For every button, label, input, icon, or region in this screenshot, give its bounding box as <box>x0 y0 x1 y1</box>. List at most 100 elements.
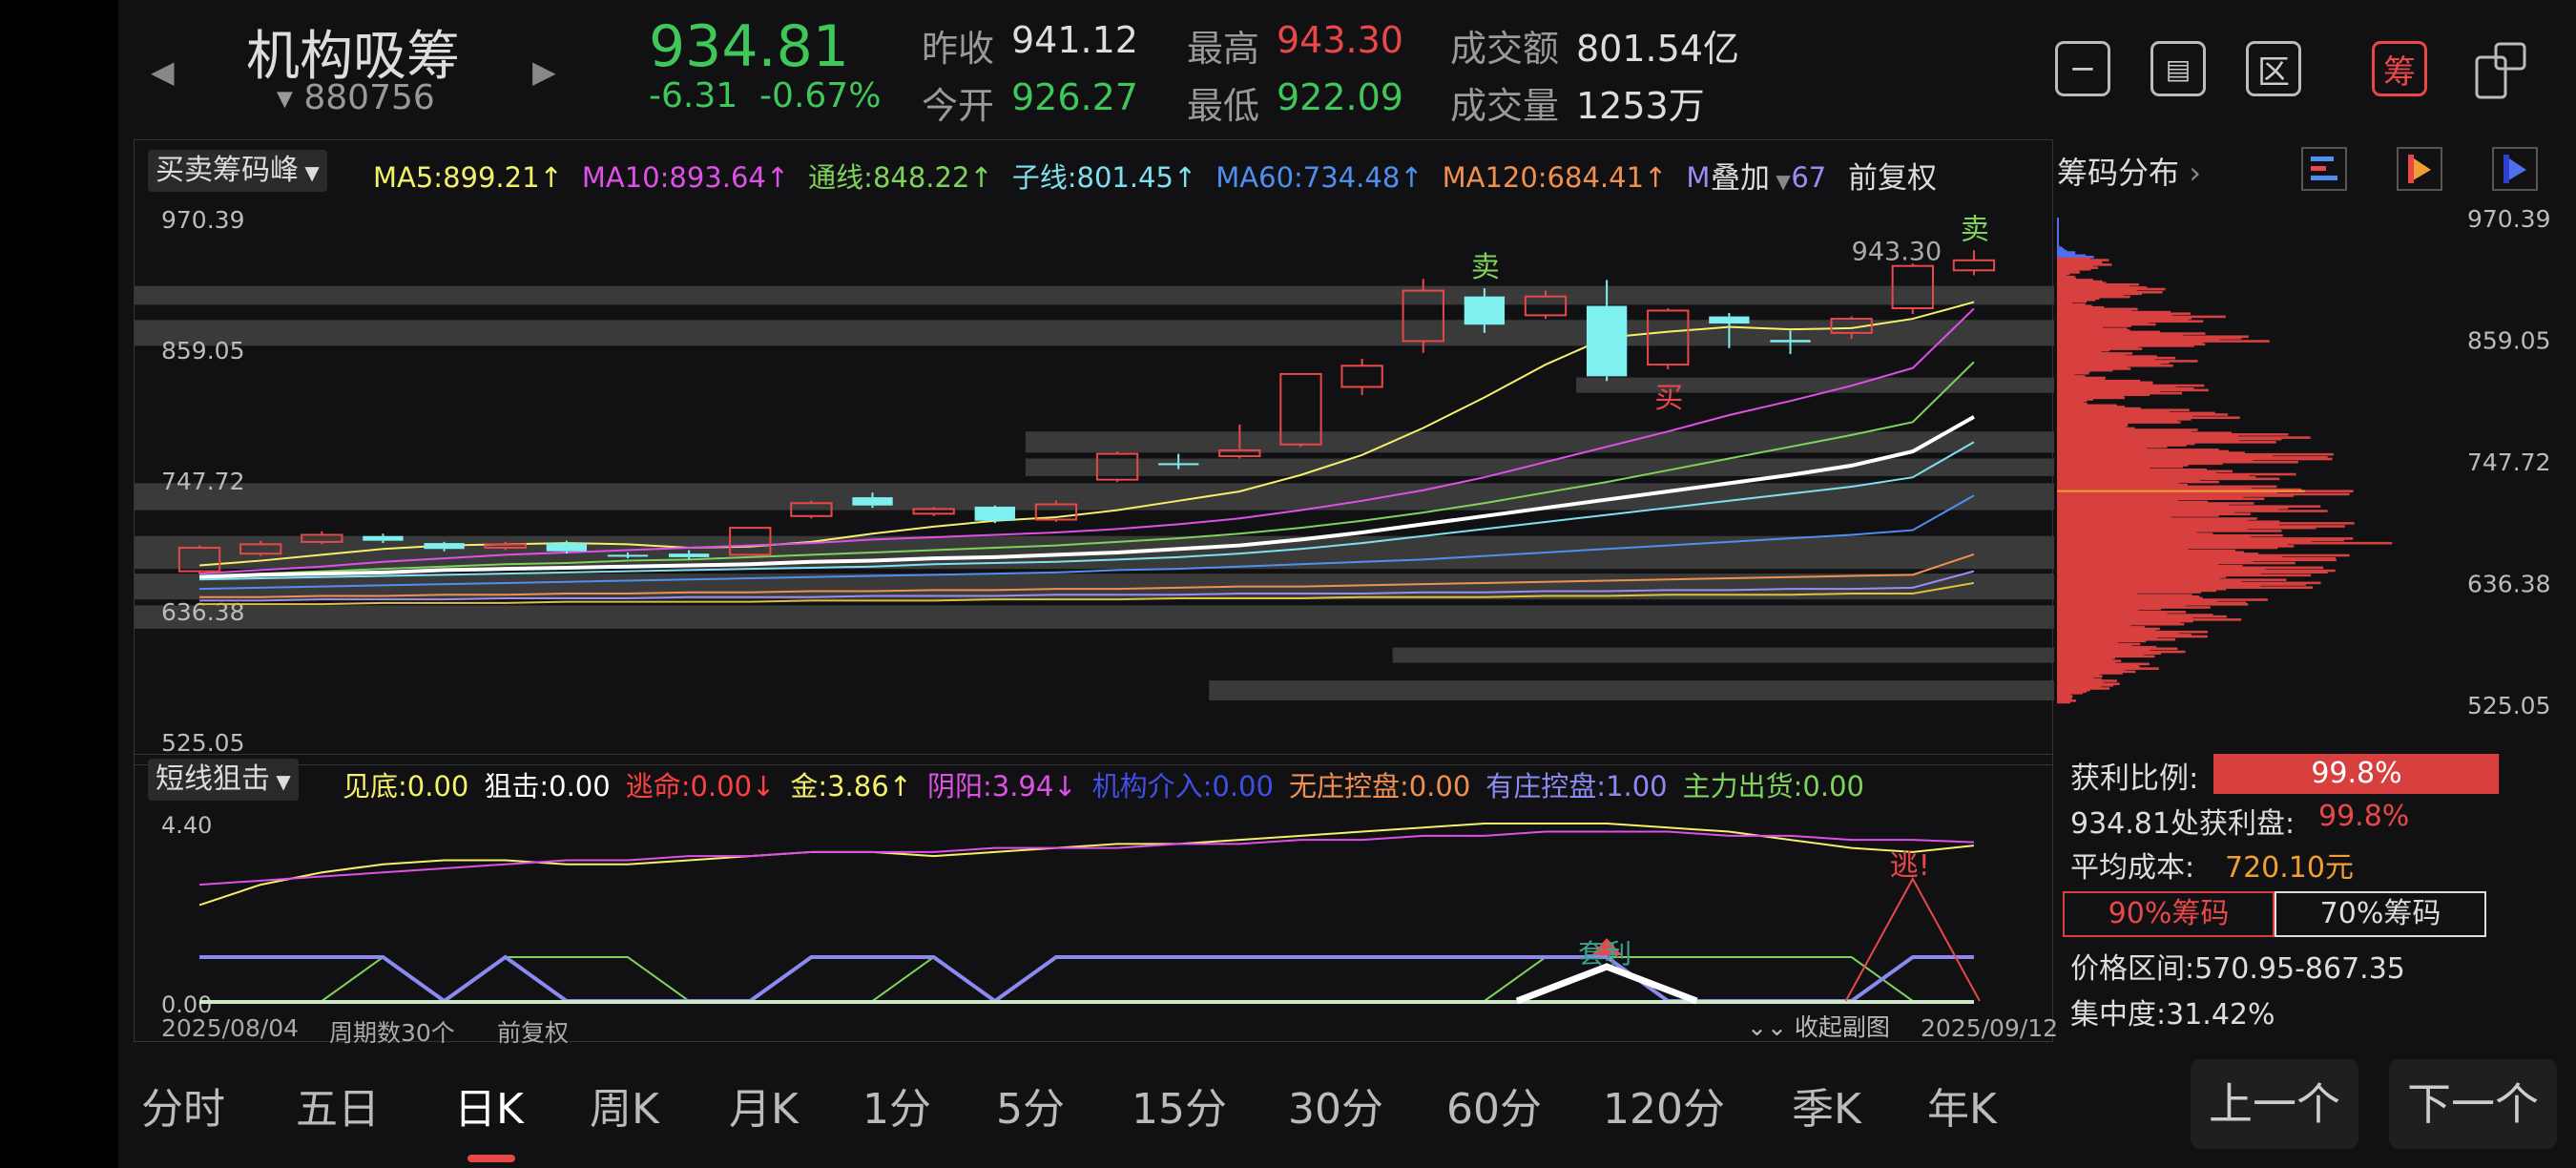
tab-5[interactable]: 1分 <box>862 1074 931 1136</box>
tab-2[interactable]: 日K <box>454 1074 524 1162</box>
tab-70-chips[interactable]: 70%筹码 <box>2275 891 2486 937</box>
ma-legend-item: MA120:684.41↑ <box>1442 161 1668 194</box>
candle-body <box>852 497 893 506</box>
candlestick-chart[interactable]: 970.39859.05747.72636.38525.05卖卖买943.30 <box>135 140 2054 766</box>
candle-body <box>1952 259 1996 272</box>
date-start: 2025/08/04 <box>161 1014 300 1042</box>
profit-at-price-label: 934.81处获利盘: <box>2070 807 2296 841</box>
low-value: 922.09 <box>1277 76 1403 118</box>
tab-0[interactable]: 分时 <box>141 1074 225 1136</box>
next-stock-button[interactable]: 下一个 <box>2389 1059 2557 1149</box>
minus-box-icon[interactable]: − <box>2055 41 2110 96</box>
ma-legend-item: MA5:899.21↑ <box>373 161 563 194</box>
chip-panel-title[interactable]: 筹码分布 › <box>2057 149 2201 193</box>
chip-band <box>135 285 2054 305</box>
tab-12[interactable]: 年K <box>1927 1074 1997 1136</box>
low-label: 最低 <box>1187 85 1260 127</box>
stock-app: ◀ 机构吸筹 ▼ 880756 ▶ 934.81 -6.31 -0.67% 昨收… <box>118 0 2576 1168</box>
buy-signal-label: 买 <box>1654 382 1683 415</box>
y-tick-label: 636.38 <box>161 598 244 626</box>
candle-body <box>1218 448 1261 458</box>
prev-stock-button[interactable]: 上一个 <box>2191 1059 2358 1149</box>
sub-legend-item: 逃命:0.00↓ <box>625 770 776 803</box>
open-label: 今开 <box>922 85 995 127</box>
chip-bar <box>2057 700 2070 704</box>
fire-chips-svg <box>2408 155 2431 183</box>
profit-at-price-value: 99.8% <box>2318 800 2410 833</box>
ma-legend-item: 通线:848.22↑ <box>808 161 993 194</box>
tab-7[interactable]: 15分 <box>1132 1074 1227 1136</box>
sub-y-tick-label: 4.40 <box>161 812 212 839</box>
dropdown-caret-icon: ▼ <box>299 161 320 184</box>
profit-ratio-value: 99.8% <box>2311 757 2402 790</box>
sub-legend-item: 狙击:0.00 <box>484 770 611 803</box>
tab-4[interactable]: 月K <box>729 1074 799 1136</box>
tab-6[interactable]: 5分 <box>996 1074 1065 1136</box>
profit-ratio-bar: 99.8% <box>2213 754 2500 794</box>
profit-ratio-label: 获利比例: <box>2070 761 2199 796</box>
concentration: 集中度:31.42% <box>2070 998 2275 1032</box>
blue-chips-icon[interactable] <box>2492 147 2538 191</box>
escape-signal-label: 逃! <box>1890 849 1930 883</box>
chips-icon[interactable]: 筹 <box>2372 41 2427 96</box>
candle-body <box>607 554 649 557</box>
tab-1[interactable]: 五日 <box>296 1074 380 1136</box>
tab-3[interactable]: 周K <box>590 1074 659 1136</box>
main-indicator-select[interactable]: 买卖筹码峰 ▼ <box>148 150 327 192</box>
high-label: 最高 <box>1187 28 1260 70</box>
sub-indicator-select[interactable]: 短线狙击 ▼ <box>148 759 299 801</box>
side-y-tick-label: 747.72 <box>2467 448 2550 476</box>
profit-signal-line <box>1515 963 1698 1005</box>
chip-band <box>1025 458 2054 476</box>
rotate-screen-icon[interactable] <box>2471 38 2528 101</box>
open-value: 926.27 <box>1011 76 1138 118</box>
adjust-toggle[interactable]: 前复权 <box>1848 154 1937 197</box>
amount-value: 801.54亿 <box>1576 28 1739 70</box>
rotate-screen-svg <box>2475 42 2526 99</box>
chip-band <box>1392 647 2054 663</box>
picture-box-icon[interactable]: ▤ <box>2150 41 2206 96</box>
ma-legend-item: 子线:801.45↑ <box>1011 161 1197 194</box>
next-stock-arrow-icon[interactable]: ▶ <box>532 53 556 90</box>
candle-body <box>363 535 404 541</box>
chip-band <box>1025 431 2054 453</box>
tab-10[interactable]: 120分 <box>1603 1074 1725 1136</box>
candle-body <box>546 543 588 552</box>
sell-signal-label: 卖 <box>1471 251 1500 284</box>
prev-stock-arrow-icon[interactable]: ◀ <box>151 53 175 90</box>
high-value: 943.30 <box>1277 19 1403 61</box>
ma-legend-item: MA10:893.64↑ <box>581 161 790 194</box>
period-count: 周期数30个 <box>329 1019 455 1047</box>
tab-9[interactable]: 60分 <box>1446 1074 1542 1136</box>
horizontal-bars-icon[interactable] <box>2301 147 2347 191</box>
volume-label: 成交量 <box>1450 85 1560 127</box>
y-tick-label: 525.05 <box>161 729 244 757</box>
overlay-toggle[interactable]: 叠加 ▼ <box>1711 154 1791 197</box>
profit-signal-label: 套利 <box>1578 938 1631 970</box>
tab-11[interactable]: 季K <box>1792 1074 1861 1136</box>
side-y-tick-label: 636.38 <box>2467 571 2550 598</box>
chip-band <box>1576 377 2054 393</box>
ma-legend: MA5:899.21↑ MA10:893.64↑ 通线:848.22↑ 子线:801.… <box>373 156 2052 196</box>
double-chevron-down-icon: ⌄⌄ <box>1747 1013 1787 1041</box>
fire-chips-icon[interactable] <box>2397 147 2442 191</box>
stock-code[interactable]: ▼ 880756 <box>277 78 435 117</box>
y-tick-label: 859.05 <box>161 337 244 365</box>
prev-close-value: 941.12 <box>1011 19 1138 61</box>
sub-legend-item: 金:3.86↑ <box>790 770 912 803</box>
collapse-subchart-button[interactable]: ⌄⌄ 收起副图 <box>1747 1009 1890 1043</box>
date-end: 2025/09/12 <box>1921 1014 2059 1042</box>
left-black-bar <box>0 0 118 1168</box>
tab-8[interactable]: 30分 <box>1288 1074 1383 1136</box>
sub-adjust-label: 前复权 <box>497 1019 570 1047</box>
chip-distribution-panel: 筹码分布 › 970.39 859.05 747.72 636.38 525.05 <box>2057 139 2553 756</box>
sub-legend-item: 无庄控盘:0.00 <box>1288 770 1471 803</box>
price-range: 价格区间:570.95-867.35 <box>2070 952 2405 986</box>
avg-cost-value: 720.10元 <box>2225 851 2354 885</box>
zone-icon[interactable]: 区 <box>2246 41 2301 96</box>
period-tab-bar: 分时 五日 日K 周K 月K 1分 5分 15分 30分 60分 120分 季K 年K <box>118 1059 2160 1162</box>
dropdown-caret-icon: ▼ <box>1770 170 1791 193</box>
sell-signal-label: 卖 <box>1961 213 1989 246</box>
sub-legend-item: 有庄控盘:1.00 <box>1485 770 1668 803</box>
tab-90-chips[interactable]: 90%筹码 <box>2063 891 2275 937</box>
